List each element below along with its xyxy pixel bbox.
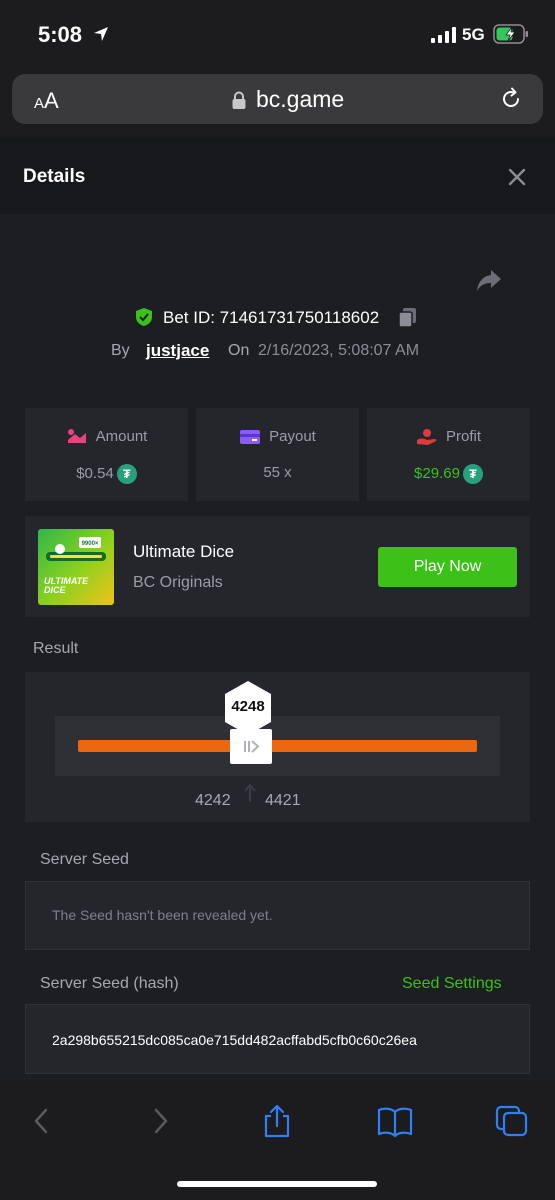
reader-options-button[interactable]: AA [34, 88, 59, 114]
share-sheet-icon[interactable] [259, 1104, 295, 1138]
back-icon[interactable] [24, 1104, 60, 1138]
share-icon[interactable] [476, 268, 502, 292]
play-now-button[interactable]: Play Now [378, 547, 517, 587]
battery-charging-icon [493, 24, 528, 44]
server-seed-hash-box[interactable]: 2a298b655215dc085ca0e715dd482acffabd5cfb… [25, 1004, 530, 1074]
server-seed-message: The Seed hasn't been revealed yet. [52, 907, 273, 923]
amount-label: Amount [95, 428, 148, 445]
profit-icon [416, 429, 437, 446]
browser-address-bar: AA bc.game [0, 68, 555, 138]
result-slider-track [78, 740, 477, 752]
url-text[interactable]: bc.game [256, 86, 344, 113]
bookmarks-icon[interactable] [377, 1104, 413, 1138]
amount-card: Amount $0.54 ₮ [25, 408, 188, 501]
result-value: 4248 [231, 698, 265, 715]
payout-label: Payout [269, 428, 316, 445]
game-card: 9900× ULTIMATE DICE Ultimate Dice BC Orig… [25, 516, 530, 617]
game-name: Ultimate Dice [133, 542, 235, 561]
bet-date: 2/16/2023, 5:08:07 AM [258, 342, 420, 359]
result-panel: 4248 4242 4421 [25, 672, 530, 822]
bet-id: Bet ID: 71461731750118602 [163, 308, 380, 327]
range-high: 4421 [265, 792, 301, 809]
by-label: By [111, 342, 130, 359]
home-indicator [177, 1181, 377, 1187]
status-bar: 5:08 5G [0, 0, 555, 68]
thumb-line2: DICE [44, 585, 66, 595]
payout-card: Payout 55 x [196, 408, 359, 501]
username-link[interactable]: justjace [146, 341, 209, 361]
tabs-icon[interactable] [494, 1104, 530, 1138]
usdt-icon: ₮ [116, 464, 137, 484]
usdt-icon: ₮ [462, 464, 483, 484]
server-seed-box: The Seed hasn't been revealed yet. [25, 881, 530, 950]
lock-icon [232, 91, 246, 109]
signal-icon [431, 27, 456, 43]
profit-card: Profit $29.69 ₮ [367, 408, 530, 501]
page-title: Details [23, 166, 86, 187]
range-low: 4242 [195, 792, 231, 809]
game-provider: BC Originals [133, 574, 223, 591]
payout-value: 55 x [263, 464, 292, 481]
server-seed-hash-label: Server Seed (hash) [40, 975, 179, 992]
forward-icon[interactable] [142, 1104, 178, 1138]
profit-value: $29.69 [414, 464, 460, 482]
range-arrow-icon [244, 783, 256, 802]
network-type: 5G [462, 25, 485, 44]
game-thumbnail[interactable]: 9900× ULTIMATE DICE [38, 529, 114, 605]
url-field[interactable]: AA bc.game [12, 74, 543, 124]
close-icon[interactable] [506, 166, 528, 188]
amount-value: $0.54 [76, 464, 114, 482]
payout-card-icon [240, 430, 261, 445]
profit-label: Profit [445, 428, 481, 445]
location-arrow-icon [94, 27, 108, 41]
copy-icon[interactable] [398, 307, 417, 328]
thumb-badge: 9900× [82, 541, 99, 547]
status-time: 5:08 [38, 22, 83, 47]
server-seed-hash: 2a298b655215dc085ca0e715dd482acffabd5cfb… [52, 1032, 417, 1048]
seed-settings-link[interactable]: Seed Settings [402, 975, 502, 993]
server-seed-label: Server Seed [40, 851, 129, 868]
reload-icon[interactable] [499, 87, 523, 111]
on-label: On [228, 342, 250, 359]
result-label: Result [33, 640, 79, 657]
amount-icon [67, 429, 86, 444]
details-header: Details [0, 138, 555, 214]
verified-shield-icon [136, 308, 152, 326]
